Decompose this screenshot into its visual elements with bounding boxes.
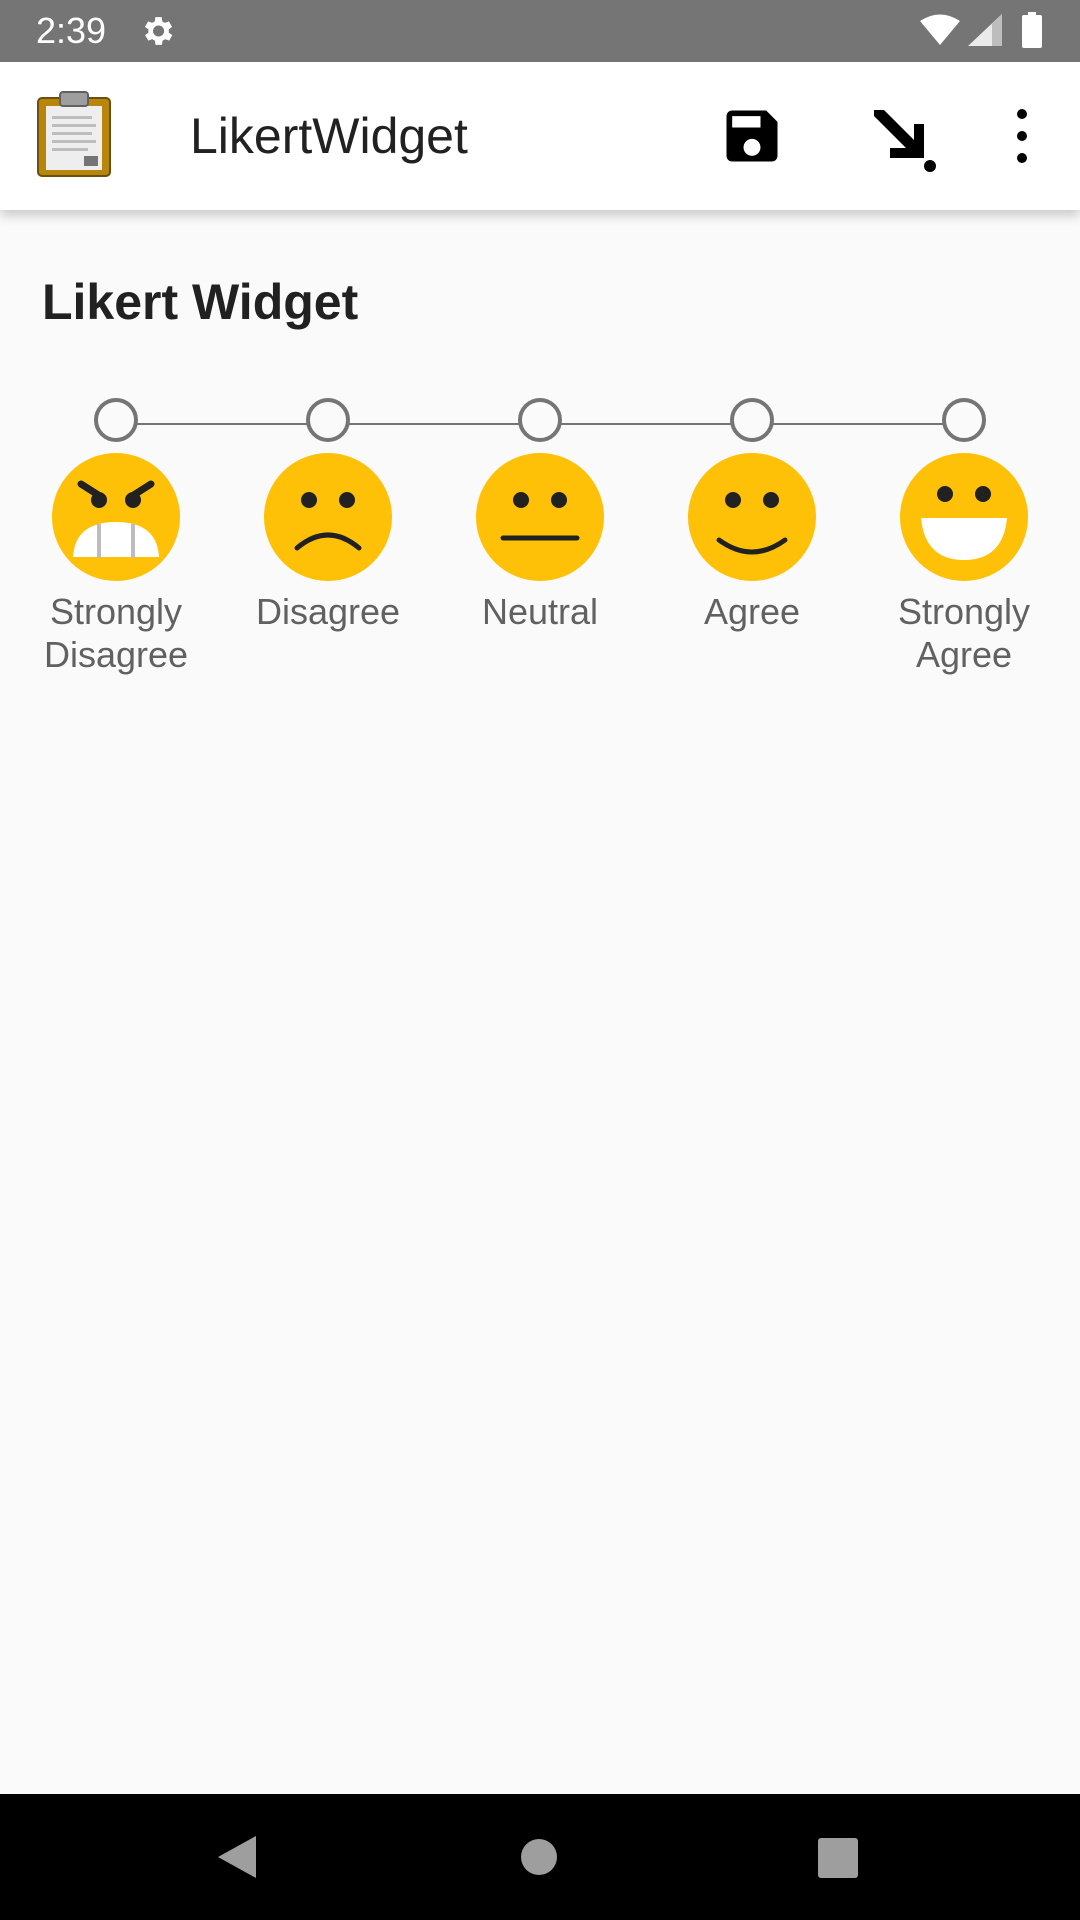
wifi-icon — [920, 14, 960, 45]
likert-option-strongly-disagree[interactable]: Strongly Disagree — [10, 398, 222, 676]
status-bar: 2:39 — [0, 0, 1080, 62]
app-bar: LikertWidget — [0, 62, 1080, 210]
navigation-bar — [0, 1794, 1080, 1920]
jump-to-icon[interactable] — [866, 102, 938, 174]
status-time: 2:39 — [36, 10, 107, 51]
home-icon[interactable] — [520, 1838, 558, 1876]
option-label: Neutral — [481, 591, 599, 632]
likert-option-strongly-agree[interactable]: Strongly Agree — [858, 398, 1070, 676]
recents-icon[interactable] — [818, 1838, 858, 1878]
clipboard-icon — [37, 91, 111, 177]
radio-button[interactable] — [518, 398, 562, 442]
save-icon[interactable] — [718, 102, 786, 170]
likert-option-neutral[interactable]: Neutral — [434, 398, 646, 633]
more-vert-icon[interactable] — [1008, 102, 1036, 170]
frowning-face-icon — [264, 453, 392, 581]
question-label: Likert Widget — [42, 274, 359, 330]
radio-button[interactable] — [306, 398, 350, 442]
option-label: Agree — [703, 591, 801, 632]
neutral-face-icon — [476, 453, 604, 581]
option-label: Disagree — [255, 591, 401, 632]
signal-icon — [968, 14, 1002, 46]
battery-icon — [1022, 12, 1042, 48]
radio-button[interactable] — [94, 398, 138, 442]
form-content: Likert Widget Strongly Disagree Disagree — [0, 210, 1080, 1794]
radio-button[interactable] — [730, 398, 774, 442]
likert-option-agree[interactable]: Agree — [646, 398, 858, 633]
smiling-face-icon — [688, 453, 816, 581]
likert-option-disagree[interactable]: Disagree — [222, 398, 434, 633]
radio-button[interactable] — [942, 398, 986, 442]
option-label: Strongly Agree — [897, 591, 1031, 675]
gear-icon — [144, 17, 173, 45]
grinning-face-icon — [900, 453, 1028, 581]
back-icon[interactable] — [214, 1832, 260, 1882]
angry-face-icon — [52, 453, 180, 581]
option-label: Strongly Disagree — [43, 591, 189, 675]
app-title: LikertWidget — [190, 108, 468, 164]
